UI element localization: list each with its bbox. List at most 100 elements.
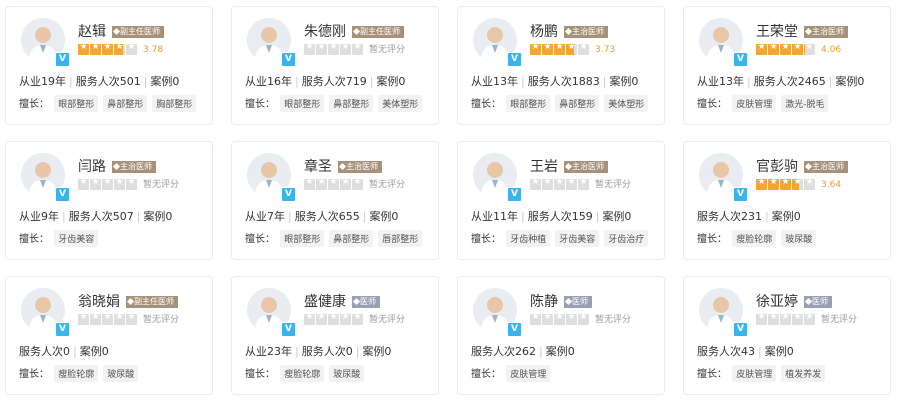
specialty-tag[interactable]: 美体塑形 [378, 95, 423, 112]
doctor-stats: 从业11年服务人次159案例0 [471, 208, 631, 224]
star-icon [328, 314, 339, 325]
stat-item: 案例0 [755, 345, 794, 358]
specialty-tag[interactable]: 瘦脸轮廓 [732, 230, 777, 247]
stat-item: 从业13年 [471, 75, 518, 88]
doctor-card-3[interactable]: V 杨鹏主治医师 3.73 从业13年服务人次1883案例0 擅长： 眼部整形鼻… [457, 6, 665, 125]
specialty-tag[interactable]: 牙齿治疗 [604, 230, 649, 247]
star-icon [530, 314, 541, 325]
doctor-name[interactable]: 章圣 [304, 159, 332, 175]
doctor-name[interactable]: 赵辑 [78, 24, 106, 40]
rating-stars [756, 179, 816, 190]
doctor-card-11[interactable]: V 陈静医师 暂无评分 服务人次262案例0 擅长： 皮肤管理 [457, 276, 665, 395]
star-icon [90, 44, 101, 55]
verified-icon: V [55, 52, 70, 67]
stat-item: 从业23年 [245, 345, 292, 358]
doctor-title-badge: 副主任医师 [352, 26, 404, 38]
doctor-name[interactable]: 翁晓娟 [78, 294, 120, 310]
doctor-card-4[interactable]: V 王荣堂主治医师 4.06 从业13年服务人次2465案例0 擅长： 皮肤管理… [683, 6, 891, 125]
specialty-tag[interactable]: 美体塑形 [604, 95, 649, 112]
verified-icon: V [55, 322, 70, 337]
doctor-name[interactable]: 王岩 [530, 159, 558, 175]
doctor-card-5[interactable]: V 闫路主治医师 暂无评分 从业9年服务人次507案例0 擅长： 牙齿美容 [5, 141, 213, 260]
doctor-stats: 从业7年服务人次655案例0 [245, 208, 398, 224]
doctor-card-2[interactable]: V 朱德刚副主任医师 暂无评分 从业16年服务人次719案例0 擅长： 眼部整形… [231, 6, 439, 125]
specialty-tag[interactable]: 鼻部整形 [555, 95, 600, 112]
star-icon [340, 44, 351, 55]
doctor-card-1[interactable]: V 赵辑副主任医师 3.78 从业19年服务人次501案例0 擅长： 眼部整形鼻… [5, 6, 213, 125]
specialty-tag[interactable]: 瘦脸轮廓 [54, 365, 99, 382]
star-icon [578, 44, 589, 55]
doctor-card-8[interactable]: V 官彭驹主治医师 3.64 服务人次231案例0 擅长： 瘦脸轮廓玻尿酸 [683, 141, 891, 260]
specialty-tag[interactable]: 皮肤管理 [732, 365, 777, 382]
specialty-tag[interactable]: 眼部整形 [280, 230, 325, 247]
rating: 3.64 [756, 179, 841, 191]
specialty-tag[interactable]: 玻尿酸 [103, 365, 139, 382]
star-icon [792, 44, 803, 55]
specialty-tag[interactable]: 皮肤管理 [732, 95, 777, 112]
doctor-avatar[interactable]: V [473, 288, 522, 337]
specialty-tag[interactable]: 玻尿酸 [329, 365, 365, 382]
rating-value: 暂无评分 [595, 315, 632, 325]
doctor-name[interactable]: 杨鹏 [530, 24, 558, 40]
specialty-tag[interactable]: 鼻部整形 [329, 230, 374, 247]
rating-value: 暂无评分 [369, 315, 406, 325]
doctor-card-9[interactable]: V 翁晓娟副主任医师 暂无评分 服务人次0案例0 擅长： 瘦脸轮廓玻尿酸 [5, 276, 213, 395]
doctor-name[interactable]: 官彭驹 [756, 159, 798, 175]
stat-item: 服务人次0 [292, 345, 353, 358]
doctor-avatar[interactable]: V [247, 153, 296, 202]
doctor-card-10[interactable]: V 盛健康医师 暂无评分 从业23年服务人次0案例0 擅长： 瘦脸轮廓玻尿酸 [231, 276, 439, 395]
doctor-avatar[interactable]: V [247, 18, 296, 67]
specialty-tag[interactable]: 牙齿美容 [555, 230, 600, 247]
doctor-name[interactable]: 陈静 [530, 294, 558, 310]
specialty-tag[interactable]: 玻尿酸 [781, 230, 817, 247]
specialty-tag[interactable]: 鼻部整形 [329, 95, 374, 112]
stat-item: 案例0 [367, 75, 406, 88]
star-icon [530, 179, 541, 190]
doctor-name[interactable]: 朱德刚 [304, 24, 346, 40]
doctor-card-7[interactable]: V 王岩主治医师 暂无评分 从业11年服务人次159案例0 擅长： 牙齿种植牙齿… [457, 141, 665, 260]
specialty-tag[interactable]: 牙齿美容 [54, 230, 99, 247]
rating-stars [530, 44, 590, 55]
rating-stars [756, 44, 816, 55]
specialty-tag[interactable]: 眼部整形 [54, 95, 99, 112]
doctor-avatar[interactable]: V [699, 18, 748, 67]
stat-item: 服务人次159 [518, 210, 593, 223]
doctor-card-6[interactable]: V 章圣主治医师 暂无评分 从业7年服务人次655案例0 擅长： 眼部整形鼻部整… [231, 141, 439, 260]
doctor-name[interactable]: 徐亚婷 [756, 294, 798, 310]
specialty-tag[interactable]: 胸部整形 [152, 95, 197, 112]
star-icon [756, 314, 767, 325]
doctor-avatar[interactable]: V [699, 153, 748, 202]
specialties-label: 擅长： [471, 234, 501, 245]
star-icon [114, 44, 125, 55]
star-icon [542, 179, 553, 190]
specialty-tag[interactable]: 唇部整形 [378, 230, 423, 247]
specialty-tag[interactable]: 植发养发 [781, 365, 826, 382]
doctor-avatar[interactable]: V [247, 288, 296, 337]
specialty-tag[interactable]: 皮肤管理 [506, 365, 551, 382]
doctor-card-12[interactable]: V 徐亚婷医师 暂无评分 服务人次43案例0 擅长： 皮肤管理植发养发 [683, 276, 891, 395]
rating-stars [304, 314, 364, 325]
specialty-tag[interactable]: 瘦脸轮廓 [280, 365, 325, 382]
doctor-name[interactable]: 盛健康 [304, 294, 346, 310]
star-icon [126, 314, 137, 325]
doctor-avatar[interactable]: V [21, 288, 70, 337]
star-icon [768, 179, 779, 190]
specialty-tag[interactable]: 鼻部整形 [103, 95, 148, 112]
doctor-avatar[interactable]: V [21, 18, 70, 67]
rating-value: 3.73 [595, 45, 616, 55]
doctor-avatar[interactable]: V [699, 288, 748, 337]
star-icon [780, 44, 791, 55]
specialties: 擅长： 眼部整形 鼻部整形 唇部整形 [245, 230, 427, 247]
doctor-name[interactable]: 王荣堂 [756, 24, 798, 40]
doctor-avatar[interactable]: V [21, 153, 70, 202]
specialty-tag[interactable]: 激光-脱毛 [781, 95, 829, 112]
specialty-tag[interactable]: 牙齿种植 [506, 230, 551, 247]
star-icon [780, 179, 791, 190]
doctor-avatar[interactable]: V [473, 18, 522, 67]
specialty-tag[interactable]: 眼部整形 [280, 95, 325, 112]
doctor-stats: 从业13年服务人次1883案例0 [471, 73, 638, 89]
doctor-avatar[interactable]: V [473, 153, 522, 202]
rating: 3.73 [530, 44, 615, 56]
doctor-name[interactable]: 闫路 [78, 159, 106, 175]
specialty-tag[interactable]: 眼部整形 [506, 95, 551, 112]
